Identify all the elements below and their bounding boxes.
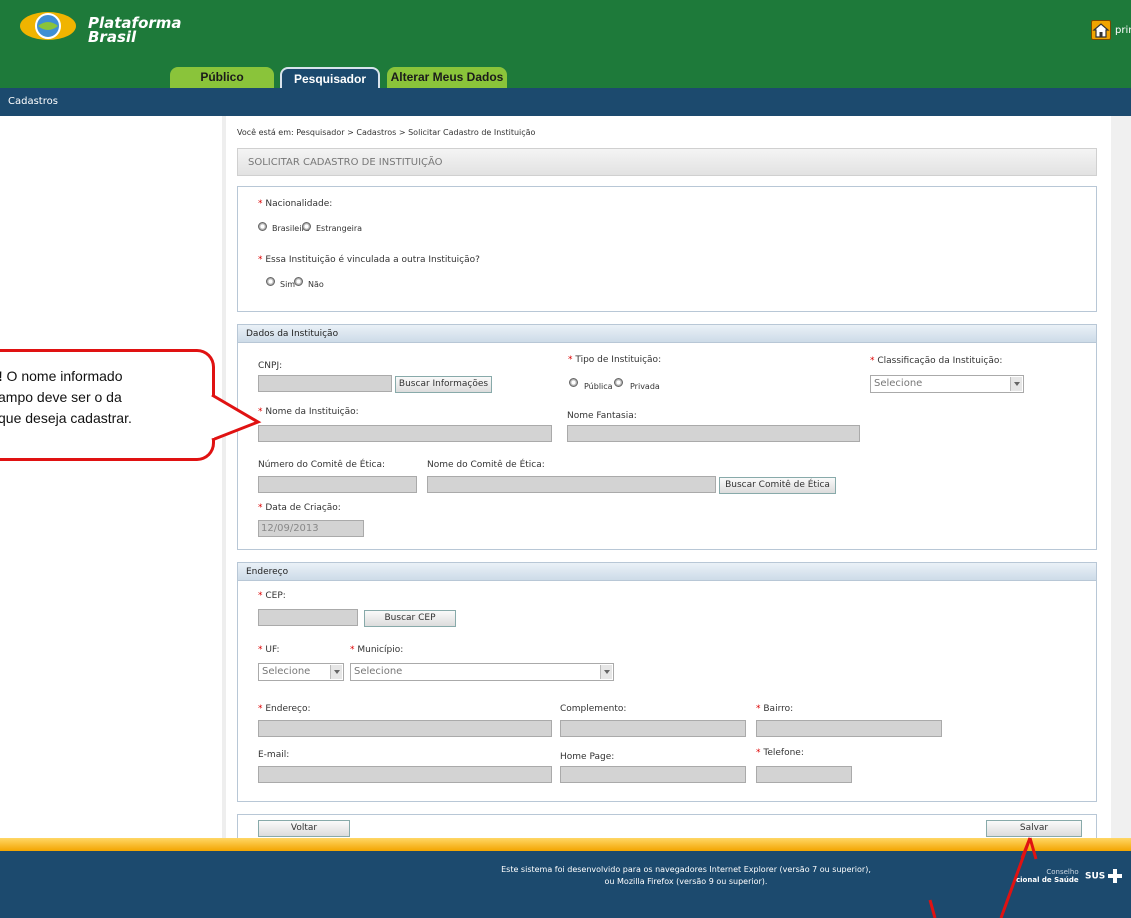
tipo-instituicao-label: * Tipo de Instituição: — [568, 355, 662, 365]
endereco-header: Endereço — [246, 567, 289, 577]
left-panel — [0, 116, 222, 838]
radio-nao-label: Não — [308, 280, 324, 289]
uf-label: * UF: — [258, 645, 280, 655]
classificacao-select[interactable]: Selecione — [870, 375, 1024, 393]
nav-item-cadastros[interactable]: Cadastros — [8, 96, 58, 107]
nacionalidade-label: * Nacionalidade: — [258, 199, 333, 209]
footer-text: Este sistema foi desenvolvido para os na… — [486, 864, 886, 888]
bairro-label: * Bairro: — [756, 704, 794, 714]
buscar-informacoes-button[interactable]: Buscar Informações — [395, 376, 492, 393]
radio-sim-label: Sim — [280, 280, 296, 289]
conselho-logo: Conselho cional de Saúde — [1016, 868, 1079, 884]
numero-comite-label: Número do Comitê de Ética: — [258, 460, 385, 470]
radio-estrangeira[interactable] — [302, 222, 311, 231]
municipio-label: * Município: — [350, 645, 404, 655]
dados-instituicao-section: Dados da Instituição CNPJ: Buscar Inform… — [237, 324, 1097, 550]
right-gutter — [1111, 116, 1131, 838]
chevron-down-icon — [1010, 377, 1022, 391]
chevron-down-icon — [600, 665, 612, 679]
sus-label: SUS — [1085, 871, 1106, 882]
callout-line1: O nome informado — [2, 368, 123, 384]
buscar-comite-button[interactable]: Buscar Comitê de Ética — [719, 477, 836, 494]
cns-line1: Conselho — [1046, 868, 1079, 876]
voltar-button[interactable]: Voltar — [258, 820, 350, 837]
cep-input[interactable] — [258, 609, 358, 626]
home-button[interactable] — [1091, 20, 1111, 40]
actions-bar: Voltar Salvar — [237, 814, 1097, 840]
cnpj-input[interactable] — [258, 375, 392, 392]
complemento-label: Complemento: — [560, 704, 627, 714]
vinculada-label: * Essa Instituição é vinculada a outra I… — [258, 255, 480, 265]
buscar-cep-button[interactable]: Buscar CEP — [364, 610, 456, 627]
callout-line3: que deseja cadastrar. — [0, 410, 132, 426]
nome-comite-label: Nome do Comitê de Ética: — [427, 460, 545, 470]
email-input[interactable] — [258, 766, 552, 783]
radio-sim[interactable] — [266, 277, 275, 286]
radio-nao[interactable] — [294, 277, 303, 286]
homepage-label: Home Page: — [560, 752, 615, 762]
nome-fantasia-label: Nome Fantasia: — [567, 411, 637, 421]
nome-fantasia-input[interactable] — [567, 425, 860, 442]
endereco-input[interactable] — [258, 720, 552, 737]
nome-instituicao-label: * Nome da Instituição: — [258, 407, 359, 417]
municipio-select[interactable]: Selecione — [350, 663, 614, 681]
nav-bar: Cadastros — [0, 88, 1131, 116]
home-label[interactable]: prin — [1115, 25, 1131, 36]
callout-text: ! O nome informado ampo deve ser o da qu… — [0, 366, 132, 429]
email-label: E-mail: — [258, 750, 290, 760]
radio-publica-label: Pública — [584, 382, 613, 391]
page-title: SOLICITAR CADASTRO DE INSTITUIÇÃO — [248, 157, 443, 168]
bairro-input[interactable] — [756, 720, 942, 737]
salvar-button[interactable]: Salvar — [986, 820, 1082, 837]
page-title-bar: SOLICITAR CADASTRO DE INSTITUIÇÃO — [237, 148, 1097, 176]
logo-line2: Brasil — [88, 28, 137, 46]
home-icon — [1092, 23, 1110, 38]
telefone-input[interactable] — [756, 766, 852, 783]
endereco-section: Endereço * CEP: Buscar CEP * UF: Selecio… — [237, 562, 1097, 802]
uf-select[interactable]: Selecione — [258, 663, 344, 681]
content-shadow — [222, 116, 226, 838]
homepage-input[interactable] — [560, 766, 746, 783]
data-criacao-label: * Data de Criação: — [258, 503, 341, 513]
footer-line2: ou Mozilla Firefox (versão 9 ou superior… — [604, 877, 768, 886]
numero-comite-input[interactable] — [258, 476, 417, 493]
tab-pesquisador[interactable]: Pesquisador — [280, 67, 380, 88]
breadcrumb: Você está em: Pesquisador > Cadastros > … — [237, 128, 536, 137]
classificacao-label: * Classificação da Instituição: — [870, 356, 1003, 366]
section-header: Endereço — [238, 563, 1096, 581]
footer-line1: Este sistema foi desenvolvido para os na… — [501, 865, 871, 874]
globe-logo-icon — [20, 12, 76, 40]
radio-estrangeira-label: Estrangeira — [316, 224, 363, 233]
nacionalidade-section: * Nacionalidade: Brasileira Estrangeira … — [237, 186, 1097, 312]
nome-comite-input[interactable] — [427, 476, 716, 493]
sus-logo: SUS — [1085, 869, 1123, 883]
nome-instituicao-input[interactable] — [258, 425, 552, 442]
tab-alterar-meus-dados[interactable]: Alterar Meus Dados — [387, 67, 507, 88]
header-bar: Plataforma Brasil prin Público Pesquisad… — [0, 0, 1131, 88]
radio-publica[interactable] — [569, 378, 578, 387]
complemento-input[interactable] — [560, 720, 746, 737]
cep-label: * CEP: — [258, 591, 286, 601]
footer-stripe — [0, 838, 1131, 851]
radio-privada-label: Privada — [630, 382, 660, 391]
radio-brasileira[interactable] — [258, 222, 267, 231]
dados-instituicao-header: Dados da Instituição — [246, 329, 339, 339]
telefone-label: * Telefone: — [756, 748, 804, 758]
endereco-label: * Endereço: — [258, 704, 311, 714]
footer: Este sistema foi desenvolvido para os na… — [0, 851, 1131, 918]
cnpj-label: CNPJ: — [258, 361, 283, 371]
data-criacao-input[interactable]: 12/09/2013 — [258, 520, 364, 537]
tab-publico[interactable]: Público — [170, 67, 274, 88]
chevron-down-icon — [330, 665, 342, 679]
plataforma-brasil-logo[interactable]: Plataforma Brasil — [18, 6, 182, 46]
radio-privada[interactable] — [614, 378, 623, 387]
section-header: Dados da Instituição — [238, 325, 1096, 343]
callout-line2: ampo deve ser o da — [0, 389, 122, 405]
cns-line2: cional de Saúde — [1016, 876, 1079, 884]
tip-callout: ! O nome informado ampo deve ser o da qu… — [0, 349, 215, 461]
sus-cross-icon — [1108, 869, 1123, 883]
